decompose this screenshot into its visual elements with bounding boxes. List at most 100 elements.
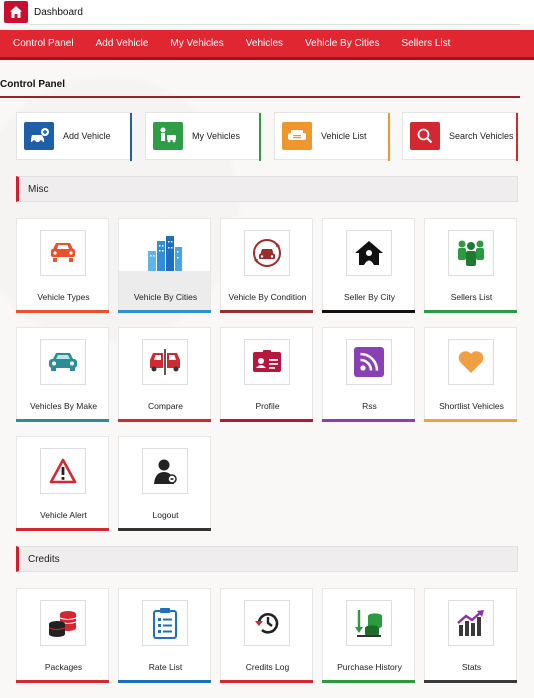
page-title: Control Panel [0,79,66,90]
quick-search-vehicles[interactable]: Search Vehicles [402,112,518,161]
accent-bar [16,680,109,683]
accent-bar [516,113,518,161]
tile-vehicle-by-cities[interactable]: Vehicle By Cities [118,218,211,313]
accent-bar [130,113,132,161]
history-icon [244,600,290,646]
tile-label: Credits Log [245,662,290,672]
tile-compare[interactable]: Compare [118,327,211,422]
nav-control-panel[interactable]: Control Panel [0,38,85,49]
compare-cars-icon [142,339,188,385]
tile-credits-log[interactable]: Credits Log [220,588,313,683]
section-credits-header: Credits [16,546,518,572]
accent-bar [424,419,517,422]
house-person-icon [346,230,392,276]
car-front-icon [40,339,86,385]
accent-bar [424,310,517,313]
accent-bar [16,528,109,531]
tile-label: Logout [152,510,179,520]
clipboard-list-icon [142,600,188,646]
top-bar: Dashboard [0,0,534,24]
section-title: Credits [28,553,60,565]
section-title: Misc [28,183,49,195]
section-misc-header: Misc [16,176,518,202]
tile-sellers-list[interactable]: Sellers List [424,218,517,313]
home-button[interactable] [4,1,28,23]
accent-bar [16,419,109,422]
tile-label: Shortlist Vehicles [439,401,504,411]
title-divider [0,96,520,98]
tile-label: Vehicles By Make [29,401,98,411]
tile-label: Rss [362,401,377,411]
nav-my-vehicles[interactable]: My Vehicles [159,38,234,49]
rss-icon [346,339,392,385]
tile-label: Profile [255,401,280,411]
tile-label: Vehicle Types [37,292,90,302]
car-plus-icon [24,122,54,150]
accent-bar [118,680,211,683]
quick-add-vehicle[interactable]: Add Vehicle [16,112,132,161]
cars-icon [40,230,86,276]
car-refresh-icon [244,230,290,276]
tile-purchase-history[interactable]: Purchase History [322,588,415,683]
tile-label: Compare [148,401,183,411]
dashboard-link[interactable]: Dashboard [34,7,83,18]
nav-sellers-list[interactable]: Sellers List [391,38,462,49]
accent-bar [322,680,415,683]
coin-stacks-icon [40,600,86,646]
accent-bar [118,528,211,531]
accent-bar [424,680,517,683]
quick-vehicle-list[interactable]: Vehicle List [274,112,390,161]
tile-logout[interactable]: Logout [118,436,211,531]
accent-bar [118,310,211,313]
accent-bar [322,419,415,422]
accent-bar [220,310,313,313]
tile-label: Packages [44,662,83,672]
quick-label: Add Vehicle [63,131,111,141]
tile-label: Rate List [148,662,183,672]
city-buildings-icon [142,230,188,276]
quick-label: My Vehicles [192,131,241,141]
accent-bar [388,113,390,161]
tile-vehicle-by-condition[interactable]: Vehicle By Condition [220,218,313,313]
heart-icon [448,339,494,385]
search-icon [410,122,440,150]
nav-add-vehicle[interactable]: Add Vehicle [85,38,160,49]
main-nav: Control Panel Add Vehicle My Vehicles Ve… [0,30,534,60]
accent-bar [118,419,211,422]
tile-rss[interactable]: Rss [322,327,415,422]
tile-label: Vehicle Alert [40,510,87,520]
coins-arrow-icon [346,600,392,646]
quick-my-vehicles[interactable]: My Vehicles [145,112,261,161]
topbar-divider [30,24,520,25]
tile-seller-by-city[interactable]: Seller By City [322,218,415,313]
car-list-icon [282,122,312,150]
tile-label: Seller By City [343,292,395,302]
accent-bar [220,680,313,683]
tile-label: Vehicle By Cities [133,292,198,302]
person-car-icon [153,122,183,150]
tile-vehicle-alert[interactable]: Vehicle Alert [16,436,109,531]
warning-icon [40,448,86,494]
nav-vehicle-by-cities[interactable]: Vehicle By Cities [294,38,390,49]
accent-bar [259,113,261,161]
tile-packages[interactable]: Packages [16,588,109,683]
accent-bar [16,310,109,313]
tile-stats[interactable]: Stats [424,588,517,683]
user-logout-icon [142,448,188,494]
tile-label: Purchase History [337,662,402,672]
quick-label: Search Vehicles [449,131,514,141]
group-people-icon [448,230,494,276]
tile-vehicle-types[interactable]: Vehicle Types [16,218,109,313]
accent-bar [322,310,415,313]
accent-bar [220,419,313,422]
tile-rate-list[interactable]: Rate List [118,588,211,683]
id-card-icon [244,339,290,385]
tile-label: Vehicle By Condition [228,292,307,302]
home-icon [10,6,22,18]
tile-label: Stats [461,662,482,672]
tile-label: Sellers List [450,292,493,302]
tile-profile[interactable]: Profile [220,327,313,422]
tile-shortlist-vehicles[interactable]: Shortlist Vehicles [424,327,517,422]
nav-vehicles[interactable]: Vehicles [235,38,294,49]
tile-vehicles-by-make[interactable]: Vehicles By Make [16,327,109,422]
